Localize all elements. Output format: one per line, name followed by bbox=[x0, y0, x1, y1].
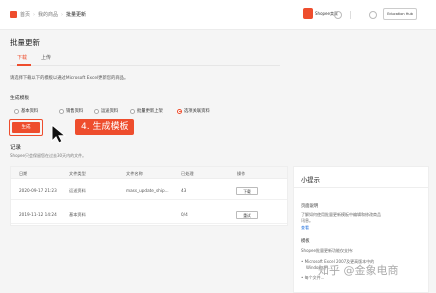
cell-file-type: 运送资料 bbox=[69, 188, 86, 193]
records-table: 日期 文件类型 文件名称 已处理 操作 2020-09-17 21:23 运送资… bbox=[10, 166, 288, 226]
records-title: 记录 bbox=[10, 145, 22, 151]
tab-upload[interactable]: 上传 bbox=[41, 54, 51, 61]
top-bar: 首页 › 我的商品 › 批量更新 Shopee卖家 Education Hub bbox=[0, 0, 436, 30]
breadcrumb-separator-icon: › bbox=[61, 11, 64, 18]
generate-button[interactable]: 生成 bbox=[12, 122, 40, 133]
account-menu[interactable]: Education Hub bbox=[383, 8, 417, 20]
tips-title: 小提示 bbox=[301, 177, 320, 184]
radio-label: 运送资料 bbox=[101, 109, 119, 114]
radio-circle-icon bbox=[94, 108, 99, 114]
shopee-bag-icon bbox=[303, 8, 313, 19]
tips-section-heading: 页面说明 bbox=[301, 204, 319, 209]
shopee-seller-brand[interactable]: Shopee卖家 bbox=[303, 8, 338, 19]
radio-label: 选项关联资料 bbox=[184, 109, 210, 114]
column-header-file-name: 文件名称 bbox=[126, 171, 143, 176]
shopee-home-icon[interactable] bbox=[10, 11, 17, 18]
breadcrumb-current: 批量更新 bbox=[66, 12, 87, 18]
table-row: 2020-09-17 21:23 运送资料 mass_update_ship..… bbox=[11, 180, 287, 200]
radio-basic-info[interactable]: 基本资料 bbox=[14, 108, 38, 114]
cell-processed: 0/4 bbox=[181, 212, 188, 217]
cell-processed: 43 bbox=[181, 188, 187, 193]
radio-mass-listing[interactable]: 批量更新上架 bbox=[130, 108, 163, 114]
tab-bar: 下载 上传 bbox=[10, 54, 280, 66]
radio-circle-icon bbox=[59, 108, 64, 114]
page-title: 批量更新 bbox=[10, 38, 40, 47]
radio-circle-icon bbox=[130, 108, 135, 114]
bell-icon[interactable] bbox=[369, 11, 377, 19]
breadcrumb: 首页 › 我的商品 › 批量更新 bbox=[10, 11, 86, 18]
tips-divider bbox=[294, 187, 428, 188]
radio-variation-info[interactable]: 选项关联资料 bbox=[177, 108, 210, 114]
cell-date: 2019-11-12 14:24 bbox=[19, 212, 57, 217]
tips-section-heading: 模板 bbox=[301, 239, 310, 244]
cell-date: 2020-09-17 21:23 bbox=[19, 188, 57, 193]
template-section-label: 生成模板 bbox=[10, 96, 30, 101]
intro-text: 请选择下载以下的模板以通过Microsoft Excel更新您的商品。 bbox=[10, 76, 129, 81]
tips-paragraph: Shopee批量更新功能仅支持: bbox=[301, 248, 354, 253]
cell-file-type: 基本资料 bbox=[69, 212, 86, 217]
retry-button[interactable]: 重试 bbox=[236, 211, 258, 219]
radio-shipping-info[interactable]: 运送资料 bbox=[94, 108, 118, 114]
cell-file-name: mass_update_ship... bbox=[126, 188, 169, 193]
step-annotation: 4. 生成模板 bbox=[75, 119, 135, 135]
download-button[interactable]: 下载 bbox=[236, 187, 258, 195]
radio-circle-icon bbox=[14, 108, 19, 114]
breadcrumb-separator-icon: › bbox=[33, 11, 36, 18]
tips-paragraph: 讯息。 bbox=[301, 218, 313, 223]
records-subtitle: Shopee只会保留您在过去30天内的文件。 bbox=[10, 153, 87, 158]
column-header-action: 操作 bbox=[237, 171, 246, 176]
column-header-processed: 已处理 bbox=[181, 171, 194, 176]
tips-view-link[interactable]: 查看 bbox=[301, 225, 309, 231]
grid-apps-icon[interactable] bbox=[334, 11, 342, 19]
column-header-file-type: 文件类型 bbox=[69, 171, 86, 176]
table-header: 日期 文件类型 文件名称 已处理 操作 bbox=[11, 167, 287, 179]
tips-paragraph: 了解如何使用批量更新模板中编辑和修改商品 bbox=[301, 212, 381, 217]
topbar-divider bbox=[350, 11, 351, 19]
active-tab-indicator bbox=[17, 64, 31, 66]
table-row: 2019-11-12 14:24 基本资料 0/4 重试 bbox=[11, 204, 287, 224]
template-type-options: 基本资料 销售资料 运送资料 批量更新上架 选项关联资料 bbox=[14, 108, 254, 116]
breadcrumb-home[interactable]: 首页 bbox=[20, 11, 30, 18]
tab-download[interactable]: 下载 bbox=[17, 54, 27, 61]
radio-label: 批量更新上架 bbox=[137, 109, 163, 114]
radio-sales-info[interactable]: 销售资料 bbox=[59, 108, 83, 114]
radio-circle-icon bbox=[177, 108, 182, 114]
radio-label: 基本资料 bbox=[21, 109, 39, 114]
watermark: 知乎 @金象电商 bbox=[318, 264, 399, 277]
column-header-date: 日期 bbox=[19, 171, 28, 176]
breadcrumb-my-products[interactable]: 我的商品 bbox=[38, 11, 58, 18]
generate-button-highlight: 生成 bbox=[9, 119, 43, 136]
mouse-pointer-icon bbox=[51, 124, 67, 144]
radio-label: 销售资料 bbox=[66, 109, 84, 114]
